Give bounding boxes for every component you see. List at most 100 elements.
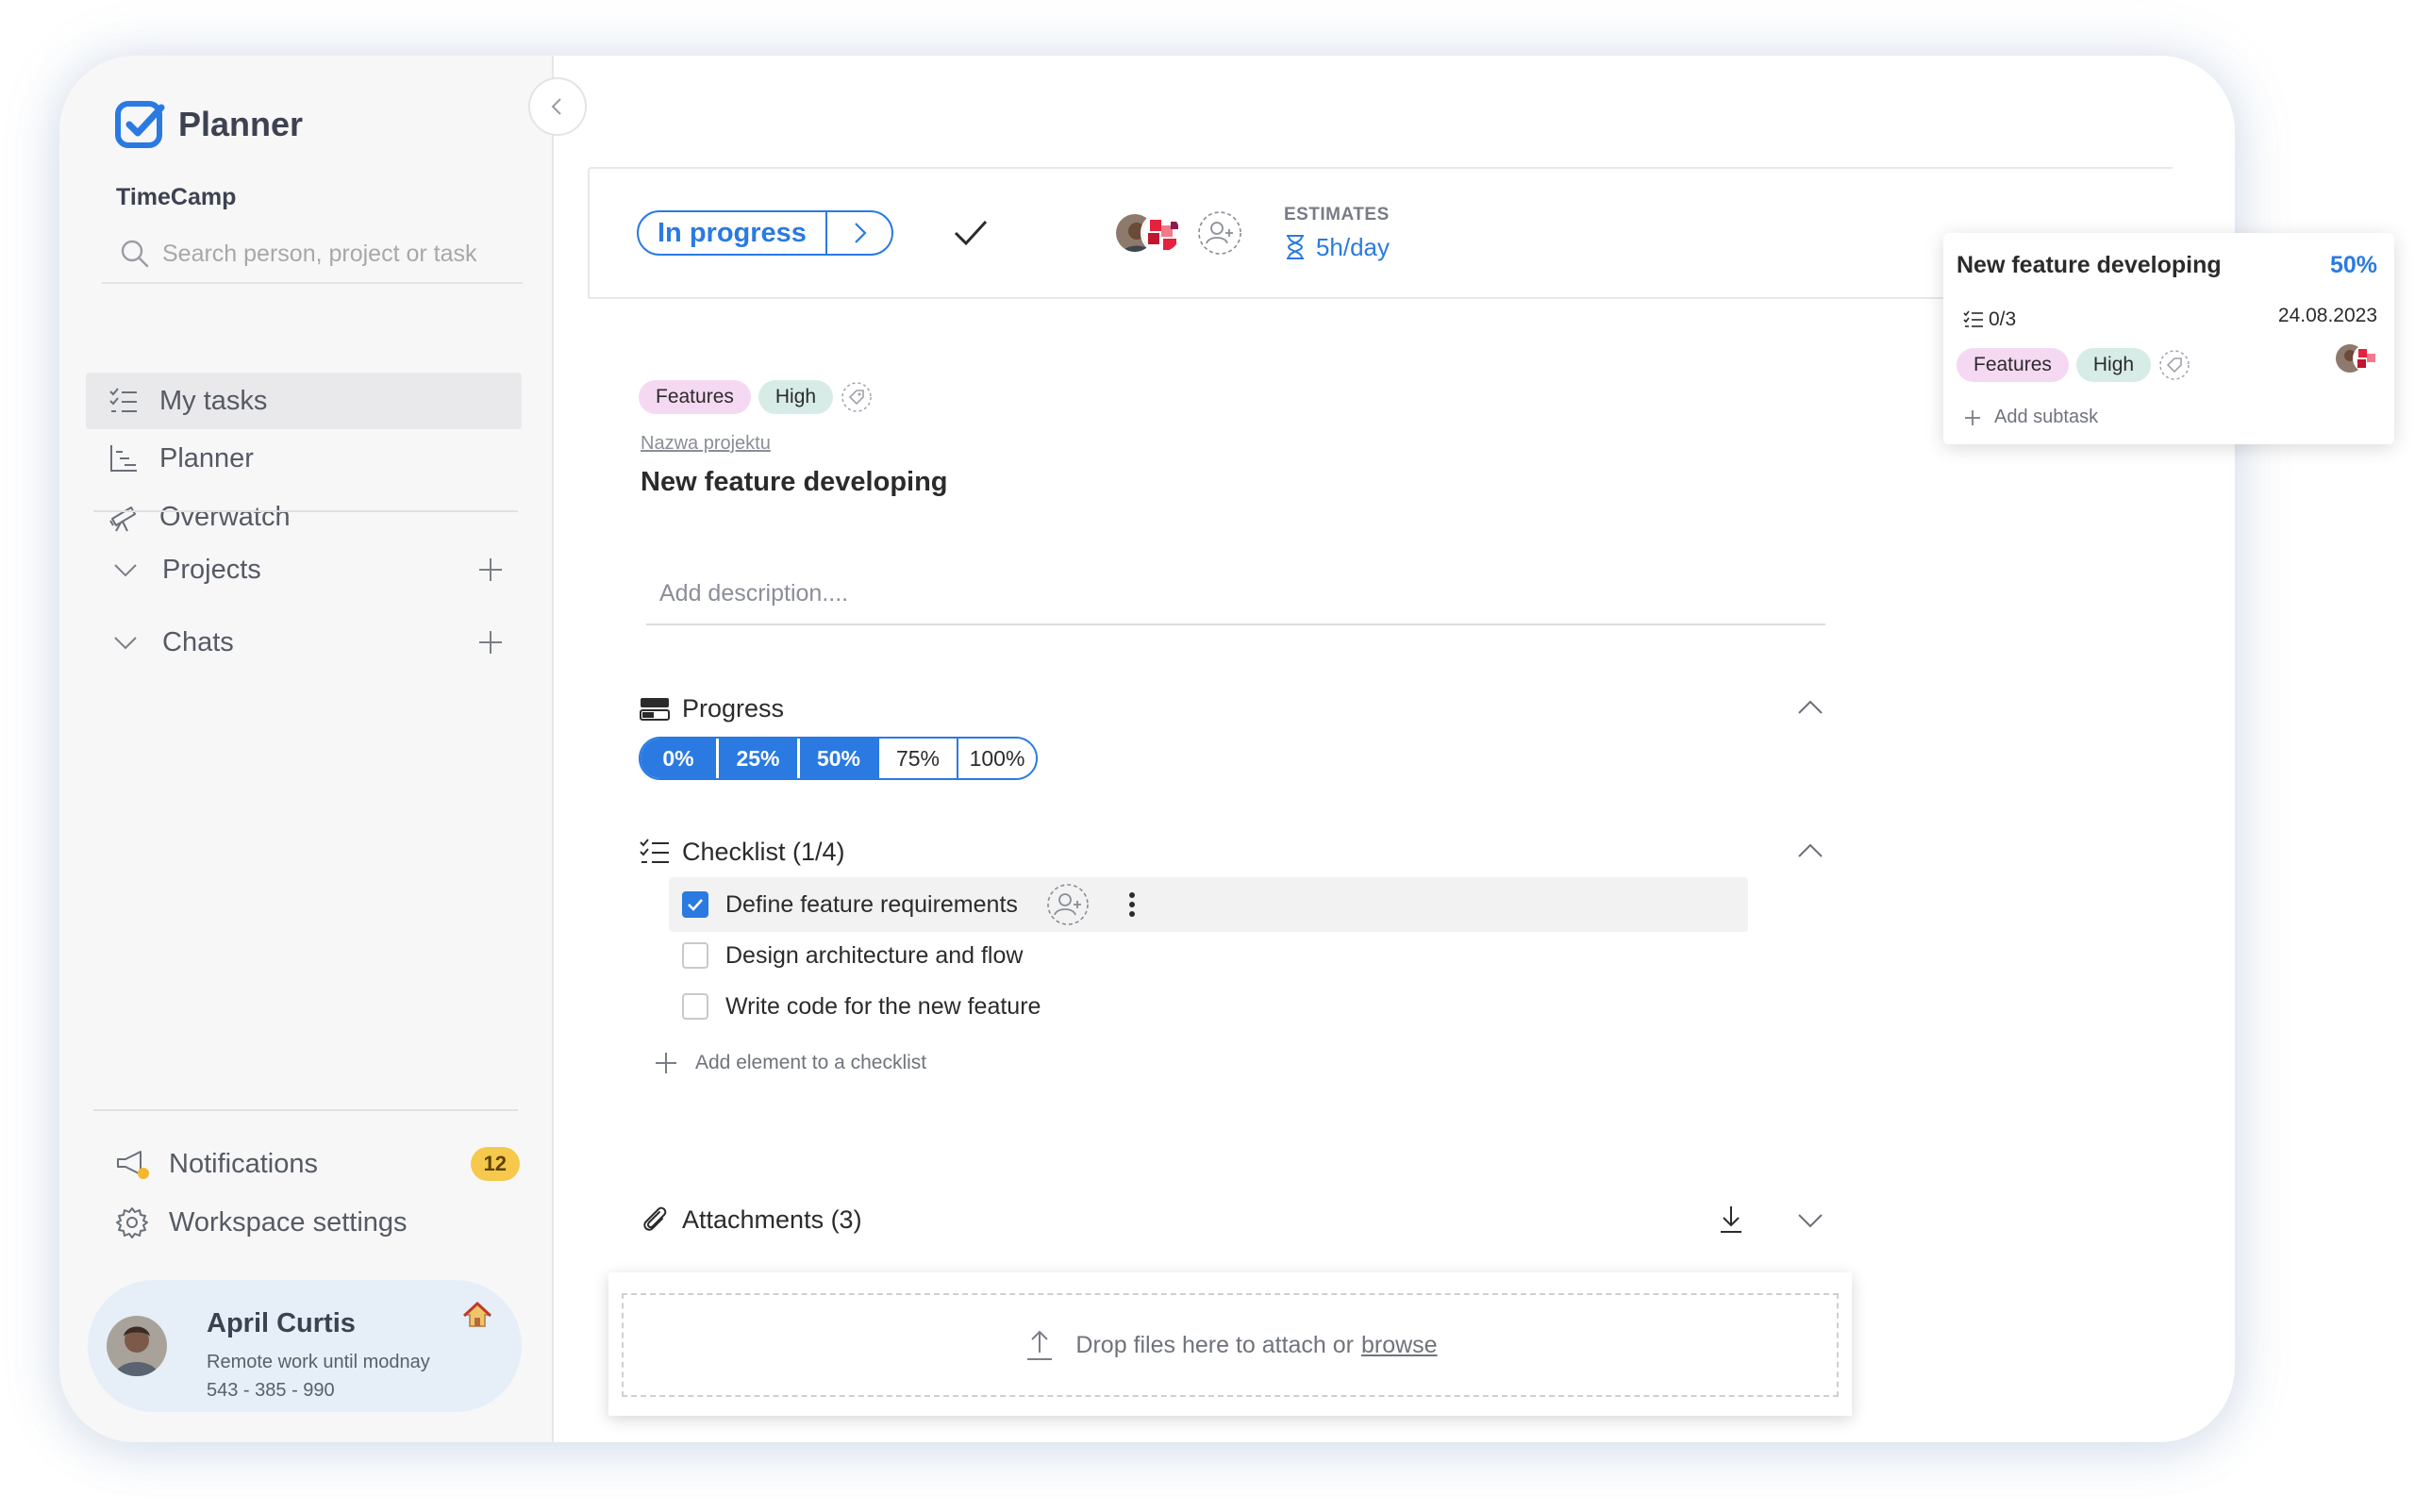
card-tag-features[interactable]: Features <box>1957 348 2069 382</box>
tag-high[interactable]: High <box>758 380 834 414</box>
card-tags: Features High <box>1957 348 2190 382</box>
app-name: Planner <box>178 105 304 143</box>
task-tags: Features High <box>639 380 873 414</box>
sidebar-item-overwatch[interactable]: Overwatch <box>86 489 522 545</box>
search-input[interactable] <box>162 240 502 268</box>
add-checklist-element-button[interactable]: Add element to a checklist <box>652 1049 926 1077</box>
tasks-list-icon <box>109 388 137 412</box>
plus-icon <box>656 1053 676 1073</box>
estimate-value-row: 5h/day <box>1284 233 1390 262</box>
dropzone-text: Drop files here to attach or <box>1075 1331 1354 1358</box>
card-tag-high[interactable]: High <box>2075 348 2152 382</box>
progress-selector: 0% 25% 50% 75% 100% <box>639 737 1038 780</box>
task-toolbar: In progress ESTIMATES 5h/day <box>588 167 2173 299</box>
progress-option-25[interactable]: 25% <box>719 739 800 778</box>
card-progress-percent: 50% <box>2329 252 2377 278</box>
telescope-icon <box>109 507 136 532</box>
assignees[interactable] <box>1113 210 1242 256</box>
chevron-up-icon[interactable] <box>1793 835 1827 869</box>
user-profile-card[interactable]: April Curtis Remote work until modnay 54… <box>88 1280 522 1412</box>
checklist-checkbox[interactable] <box>682 942 708 969</box>
estimates-label: ESTIMATES <box>1283 204 1390 224</box>
paperclip-icon <box>643 1206 667 1231</box>
estimates[interactable]: ESTIMATES 5h/day <box>1284 205 1390 262</box>
assign-person-icon[interactable] <box>1046 883 1090 926</box>
user-status: Remote work until modnay <box>207 1352 430 1372</box>
subtasks-icon <box>1963 310 1983 327</box>
progress-toggle-icon <box>640 698 670 721</box>
planner-chart-icon <box>110 445 137 472</box>
checklist-checkbox[interactable] <box>682 891 708 918</box>
megaphone-icon <box>117 1151 149 1179</box>
sidebar-section-chats[interactable]: Chats <box>111 619 526 666</box>
checklist-item[interactable]: Design architecture and flow <box>669 928 1748 983</box>
file-dropzone[interactable]: Drop files here to attach or browse <box>622 1293 1839 1397</box>
task-title[interactable]: New feature developing <box>641 467 948 498</box>
sidebar-item-planner[interactable]: Planner <box>86 430 522 487</box>
complete-task-check-icon[interactable] <box>950 212 991 254</box>
status-label: In progress <box>658 217 807 248</box>
assignee-avatar <box>2353 344 2381 373</box>
sidebar-section-projects[interactable]: Projects <box>111 546 526 593</box>
status-selector[interactable]: In progress <box>637 210 893 256</box>
task-preview-card[interactable]: New feature developing 50% 0/3 24.08.202… <box>1943 233 2394 444</box>
progress-option-0[interactable]: 0% <box>641 739 719 778</box>
checkmark-icon <box>688 899 703 911</box>
add-subtask-label: Add subtask <box>1994 407 2099 427</box>
chevron-up-icon[interactable] <box>1793 691 1827 725</box>
description-input[interactable] <box>646 563 1825 623</box>
estimate-value: 5h/day <box>1315 232 1391 261</box>
workspace-name[interactable]: TimeCamp <box>116 184 236 211</box>
project-link[interactable]: Nazwa projektu <box>641 433 771 455</box>
add-chat-plus-icon[interactable] <box>475 627 506 657</box>
search-icon <box>121 240 149 268</box>
add-subtask-button[interactable]: Add subtask <box>1962 407 2098 428</box>
checklist-item[interactable]: Write code for the new feature <box>669 979 1748 1034</box>
add-tag-icon[interactable] <box>841 381 873 413</box>
notifications-count-badge: 12 <box>470 1147 520 1181</box>
sidebar-divider <box>93 1109 518 1111</box>
progress-option-100[interactable]: 100% <box>958 739 1036 778</box>
notifications-label: Notifications <box>169 1148 318 1179</box>
add-assignee-icon[interactable] <box>1197 210 1242 256</box>
sidebar: Planner TimeCamp My tasks <box>59 56 554 1442</box>
subtasks-count-text: 0/3 <box>1989 308 2017 330</box>
upload-icon <box>1027 1330 1053 1360</box>
add-tag-icon[interactable] <box>2158 349 2190 381</box>
collapse-sidebar-button[interactable] <box>528 77 587 136</box>
checklist-item[interactable]: Define feature requirements <box>669 877 1748 932</box>
more-options-icon[interactable] <box>1118 888 1146 922</box>
chevron-left-icon <box>551 98 561 115</box>
download-icon[interactable] <box>1714 1203 1748 1237</box>
next-status-button[interactable] <box>824 212 891 254</box>
checklist-label: Checklist (1/4) <box>682 837 845 866</box>
attachments-section-header: Attachments (3) <box>639 1203 1827 1237</box>
tag-features[interactable]: Features <box>639 380 751 414</box>
app-window: Planner TimeCamp My tasks <box>59 56 2235 1442</box>
progress-label: Progress <box>682 693 785 723</box>
sidebar-item-workspace-settings[interactable]: Workspace settings <box>114 1199 520 1246</box>
checklist-item-text: Define feature requirements <box>725 890 1018 918</box>
checklist-item-text: Design architecture and flow <box>725 941 1024 969</box>
checklist-checkbox[interactable] <box>682 993 708 1020</box>
card-subtasks-count: 0/3 <box>1962 308 2016 331</box>
workspace-settings-label: Workspace settings <box>169 1206 408 1238</box>
plus-icon <box>1965 409 1980 425</box>
chevron-down-icon[interactable] <box>111 628 140 656</box>
app-logo[interactable]: Planner <box>114 98 303 151</box>
progress-option-50[interactable]: 50% <box>800 739 879 778</box>
sidebar-item-notifications[interactable]: Notifications 12 <box>114 1140 520 1188</box>
chevron-down-icon[interactable] <box>111 556 140 584</box>
user-name: April Curtis <box>207 1308 356 1338</box>
card-assignees <box>2336 344 2381 373</box>
section-label: Chats <box>162 626 234 657</box>
progress-option-75[interactable]: 75% <box>879 739 958 778</box>
add-project-plus-icon[interactable] <box>475 555 506 585</box>
description-field <box>646 563 1825 625</box>
gear-icon <box>116 1207 148 1238</box>
user-phone: 543 - 385 - 990 <box>207 1380 335 1401</box>
card-due-date: 24.08.2023 <box>2277 305 2377 326</box>
browse-link[interactable]: browse <box>1361 1332 1438 1359</box>
chevron-down-icon[interactable] <box>1793 1203 1827 1237</box>
sidebar-item-my-tasks[interactable]: My tasks <box>86 373 522 429</box>
